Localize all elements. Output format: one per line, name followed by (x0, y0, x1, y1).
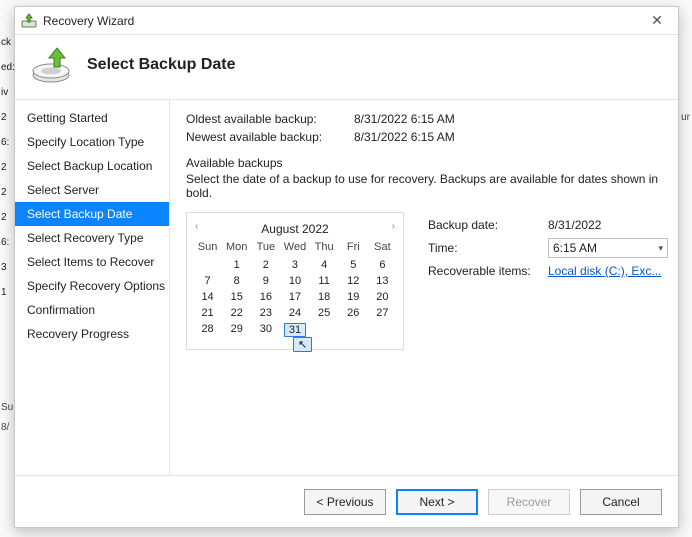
calendar-day[interactable]: 22 (222, 305, 251, 321)
calendar-day[interactable]: 27 (368, 305, 397, 321)
calendar-day[interactable]: 8 (222, 273, 251, 289)
titlebar: Recovery Wizard ✕ (15, 7, 678, 35)
calendar-day[interactable]: 25 (310, 305, 339, 321)
wizard-footer: < Previous Next > Recover Cancel (15, 475, 678, 527)
calendar-day[interactable]: 15 (222, 289, 251, 305)
wizard-icon (29, 45, 73, 85)
calendar-dow: Wed (280, 239, 309, 257)
calendar-day[interactable]: 21 (193, 305, 222, 321)
calendar-day (310, 321, 339, 339)
calendar-day[interactable]: 30 (251, 321, 280, 339)
content-pane: Oldest available backup: 8/31/2022 6:15 A… (170, 100, 684, 475)
backup-details: Backup date:8/31/2022 Time: 6:15 AM ▾ Re… (428, 212, 668, 284)
sidebar-step-6[interactable]: Select Items to Recover (15, 250, 169, 274)
bg-left: cked:iv2 6:222 6:31 (0, 30, 14, 305)
sidebar-step-0[interactable]: Getting Started (15, 106, 169, 130)
calendar-day[interactable]: 28 (193, 321, 222, 339)
wizard-steps-sidebar: Getting StartedSpecify Location TypeSele… (15, 100, 170, 475)
calendar-day[interactable]: 5 (339, 257, 368, 273)
calendar-day[interactable]: 10 (280, 273, 309, 289)
sidebar-step-7[interactable]: Specify Recovery Options (15, 274, 169, 298)
close-button[interactable]: ✕ (642, 10, 672, 32)
calendar-day (193, 257, 222, 273)
app-icon (21, 13, 37, 29)
window-title: Recovery Wizard (43, 14, 134, 28)
calendar-day[interactable]: 9 (251, 273, 280, 289)
oldest-backup-value: 8/31/2022 6:15 AM (354, 112, 455, 126)
close-icon: ✕ (651, 12, 663, 29)
time-value: 6:15 AM (553, 241, 597, 255)
calendar-day[interactable]: 20 (368, 289, 397, 305)
sidebar-step-8[interactable]: Confirmation (15, 298, 169, 322)
available-backups-heading: Available backups (186, 156, 668, 170)
calendar-day[interactable]: 6 (368, 257, 397, 273)
cancel-button[interactable]: Cancel (580, 489, 662, 515)
bg-leftbottom: Su8/ (1, 398, 13, 438)
recoverable-items-label: Recoverable items: (428, 264, 548, 278)
calendar-dow: Sat (368, 239, 397, 257)
calendar-day[interactable]: 13 (368, 273, 397, 289)
newest-backup-value: 8/31/2022 6:15 AM (354, 130, 455, 144)
newest-backup-label: Newest available backup: (186, 130, 336, 144)
sidebar-step-4[interactable]: Select Backup Date (15, 202, 169, 226)
recover-button: Recover (488, 489, 570, 515)
calendar-dow: Fri (339, 239, 368, 257)
sidebar-step-1[interactable]: Specify Location Type (15, 130, 169, 154)
time-label: Time: (428, 241, 548, 255)
calendar-day[interactable]: 19 (339, 289, 368, 305)
recovery-wizard-window: Recovery Wizard ✕ Select Backup Date Get… (14, 6, 679, 528)
recoverable-items-link[interactable]: Local disk (C:), Exc... (548, 264, 661, 278)
backup-date-value: 8/31/2022 (548, 218, 601, 232)
previous-button[interactable]: < Previous (304, 489, 386, 515)
calendar-month-label: August 2022 (261, 222, 328, 236)
calendar-day[interactable]: 2 (251, 257, 280, 273)
wizard-body: Getting StartedSpecify Location TypeSele… (15, 100, 678, 475)
calendar-dow: Thu (310, 239, 339, 257)
calendar-day[interactable]: 14 (193, 289, 222, 305)
calendar-day[interactable]: 4 (310, 257, 339, 273)
calendar-day[interactable]: 7 (193, 273, 222, 289)
calendar-day[interactable]: 1 (222, 257, 251, 273)
calendar-day[interactable]: 24 (280, 305, 309, 321)
wizard-header: Select Backup Date (15, 35, 678, 100)
calendar-prev-button[interactable]: ‹ (195, 221, 198, 232)
calendar-day[interactable]: 29 (222, 321, 251, 339)
calendar-day[interactable]: 11 (310, 273, 339, 289)
calendar-day[interactable]: 23 (251, 305, 280, 321)
sidebar-step-3[interactable]: Select Server (15, 178, 169, 202)
sidebar-step-2[interactable]: Select Backup Location (15, 154, 169, 178)
calendar-dow: Tue (251, 239, 280, 257)
available-backups-desc: Select the date of a backup to use for r… (186, 172, 668, 200)
calendar-day[interactable]: 31↖ (280, 321, 309, 339)
page-title: Select Backup Date (87, 56, 236, 74)
backup-date-label: Backup date: (428, 218, 548, 232)
calendar-day (339, 321, 368, 339)
time-dropdown[interactable]: 6:15 AM ▾ (548, 238, 668, 258)
calendar-day[interactable]: 16 (251, 289, 280, 305)
calendar-grid: SunMonTueWedThuFriSat1234567891011121314… (193, 239, 397, 339)
calendar-day[interactable]: 3 (280, 257, 309, 273)
next-button[interactable]: Next > (396, 489, 478, 515)
calendar-dow: Sun (193, 239, 222, 257)
calendar-day (368, 321, 397, 339)
cursor-icon: ↖ (293, 337, 312, 352)
oldest-backup-label: Oldest available backup: (186, 112, 336, 126)
calendar-day[interactable]: 18 (310, 289, 339, 305)
chevron-down-icon: ▾ (658, 243, 663, 254)
calendar-day[interactable]: 26 (339, 305, 368, 321)
calendar-dow: Mon (222, 239, 251, 257)
calendar-day[interactable]: 12 (339, 273, 368, 289)
calendar[interactable]: ‹ August 2022 › SunMonTueWedThuFriSat123… (186, 212, 404, 350)
calendar-next-button[interactable]: › (392, 221, 395, 232)
sidebar-step-5[interactable]: Select Recovery Type (15, 226, 169, 250)
sidebar-step-9[interactable]: Recovery Progress (15, 322, 169, 346)
calendar-day[interactable]: 17 (280, 289, 309, 305)
